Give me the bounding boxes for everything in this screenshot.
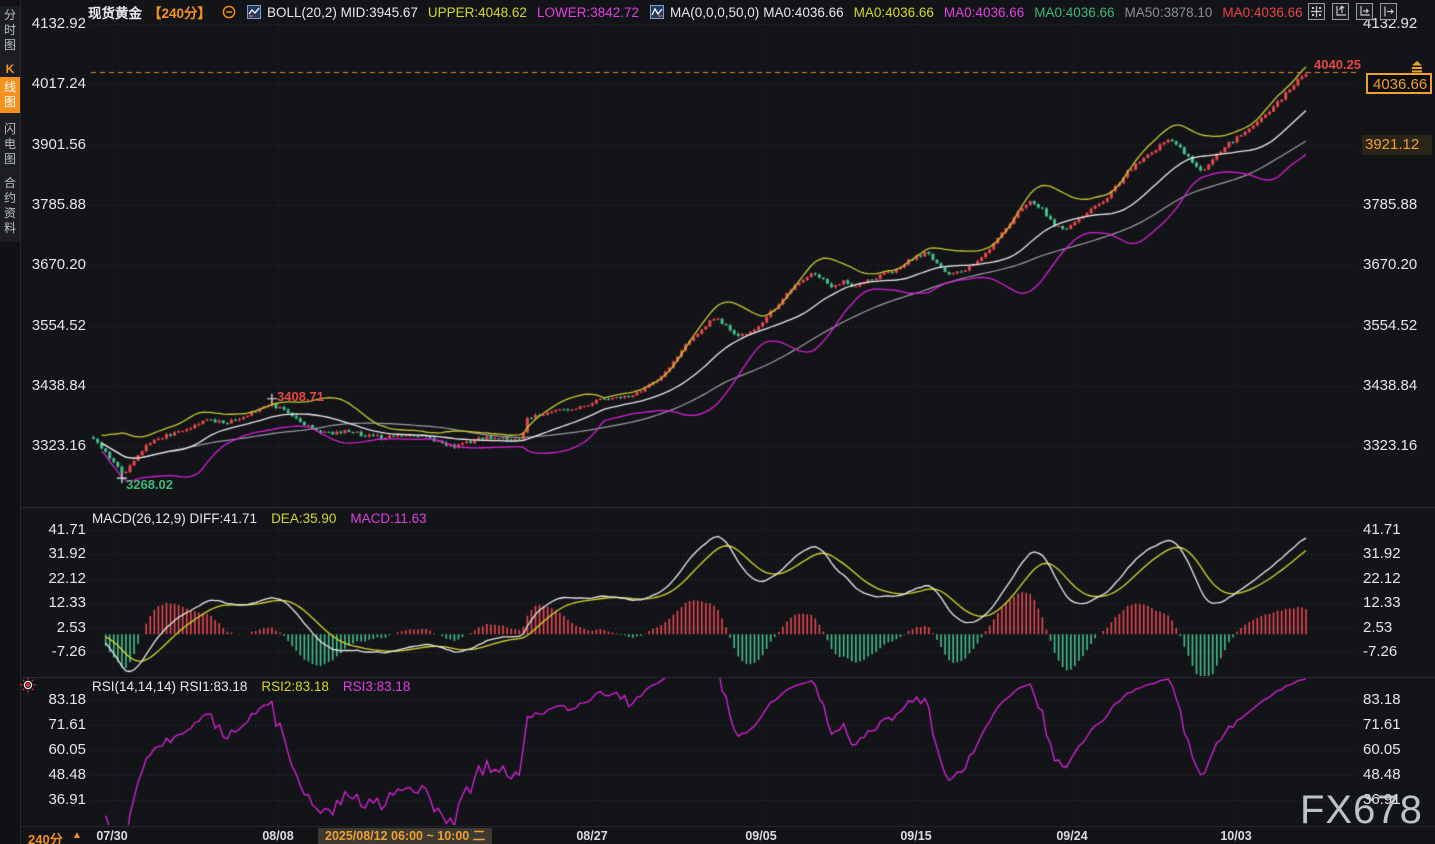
- swing-high-annotation: 3408.71: [277, 389, 324, 404]
- collapse-icon[interactable]: [221, 5, 236, 20]
- watermark: FX678: [1300, 788, 1423, 833]
- sidebar-tab-kline-rest: 线图: [0, 77, 20, 113]
- chart-type-tabs: 分时图 K 线图 闪电图 合约资料: [0, 6, 20, 242]
- sidebar-tab-contract-info[interactable]: 合约资料: [0, 176, 20, 236]
- ma-config-legend: MA(0,0,0,50,0): [670, 5, 759, 20]
- time-axis-bar: 240分 ▲ 2025/08/12 06:00 ~ 10:00 二: [0, 826, 1435, 844]
- pan-right-icon[interactable]: [1380, 3, 1397, 20]
- hover-time-tooltip: 2025/08/12 06:00 ~ 10:00 二: [318, 828, 492, 844]
- boll-upper-legend: UPPER:4048.62: [428, 5, 527, 20]
- swing-low-annotation: 3268.02: [126, 477, 173, 492]
- last-high-annotation: 4040.25: [1314, 57, 1361, 72]
- crosshair-move-icon[interactable]: [1308, 3, 1325, 20]
- rsi3-legend: RSI3:83.18: [343, 679, 411, 694]
- sidebar: 分时图 K 线图 闪电图 合约资料: [0, 0, 21, 844]
- axis-zoom-out-icon[interactable]: [1356, 3, 1373, 20]
- rsi-legend-row: RSI(14,14,14) RSI1:83.18 RSI2:83.18 RSI3…: [92, 679, 410, 694]
- macd-dea-legend: DEA:35.90: [271, 511, 336, 526]
- ma0-legend-yellow: MA0:4036.66: [854, 5, 934, 20]
- ma0-legend-magenta: MA0:4036.66: [944, 5, 1024, 20]
- price-chart-canvas[interactable]: [0, 0, 1435, 844]
- instrument-name: 现货黄金: [88, 2, 142, 22]
- ma0-legend-red: MA0:4036.66: [1222, 5, 1302, 20]
- sidebar-tab-timeshare[interactable]: 分时图: [0, 8, 20, 53]
- boll-lower-legend: LOWER:3842.72: [537, 5, 639, 20]
- axis-zoom-in-icon[interactable]: [1332, 3, 1349, 20]
- ma-indicator-icon[interactable]: [649, 5, 664, 20]
- chart-header: 现货黄金 【240分】 BOLL(20,2) MID:3945.67 UPPER…: [88, 3, 1303, 21]
- ma50-legend: MA50:3878.10: [1125, 5, 1213, 20]
- price-tag-arrow-icon[interactable]: [1408, 60, 1426, 78]
- macd-diff-legend: MACD(26,12,9) DIFF:41.71: [92, 511, 257, 526]
- period-label[interactable]: 【240分】: [148, 2, 211, 22]
- boll-indicator-icon[interactable]: [246, 5, 261, 20]
- sidebar-tab-lightning[interactable]: 闪电图: [0, 122, 20, 167]
- chart-toolbar: [1308, 3, 1397, 20]
- sidebar-tab-kline-k: K: [0, 62, 20, 77]
- secondary-price-tag: 3921.12: [1362, 135, 1432, 155]
- ma0-legend-white: MA0:4036.66: [763, 5, 843, 20]
- boll-legend: BOLL(20,2) MID:3945.67: [267, 5, 418, 20]
- panel-separator-rsi: [20, 677, 1435, 678]
- panel-separator-macd: [20, 507, 1435, 508]
- timeframe-arrow-icon[interactable]: ▲: [72, 830, 82, 841]
- rsi2-legend: RSI2:83.18: [261, 679, 329, 694]
- timeframe-label[interactable]: 240分: [28, 829, 63, 844]
- sidebar-tab-kline[interactable]: K 线图: [0, 62, 20, 113]
- rsi1-legend: RSI(14,14,14) RSI1:83.18: [92, 679, 247, 694]
- alarm-indicator-icon[interactable]: [20, 677, 36, 698]
- ma0-legend-green: MA0:4036.66: [1034, 5, 1114, 20]
- macd-hist-legend: MACD:11.63: [350, 511, 426, 526]
- macd-legend-row: MACD(26,12,9) DIFF:41.71 DEA:35.90 MACD:…: [92, 511, 427, 526]
- kline-app: 分时图 K 线图 闪电图 合约资料 现货黄金 【240分】 BOLL(20,2)…: [0, 0, 1435, 844]
